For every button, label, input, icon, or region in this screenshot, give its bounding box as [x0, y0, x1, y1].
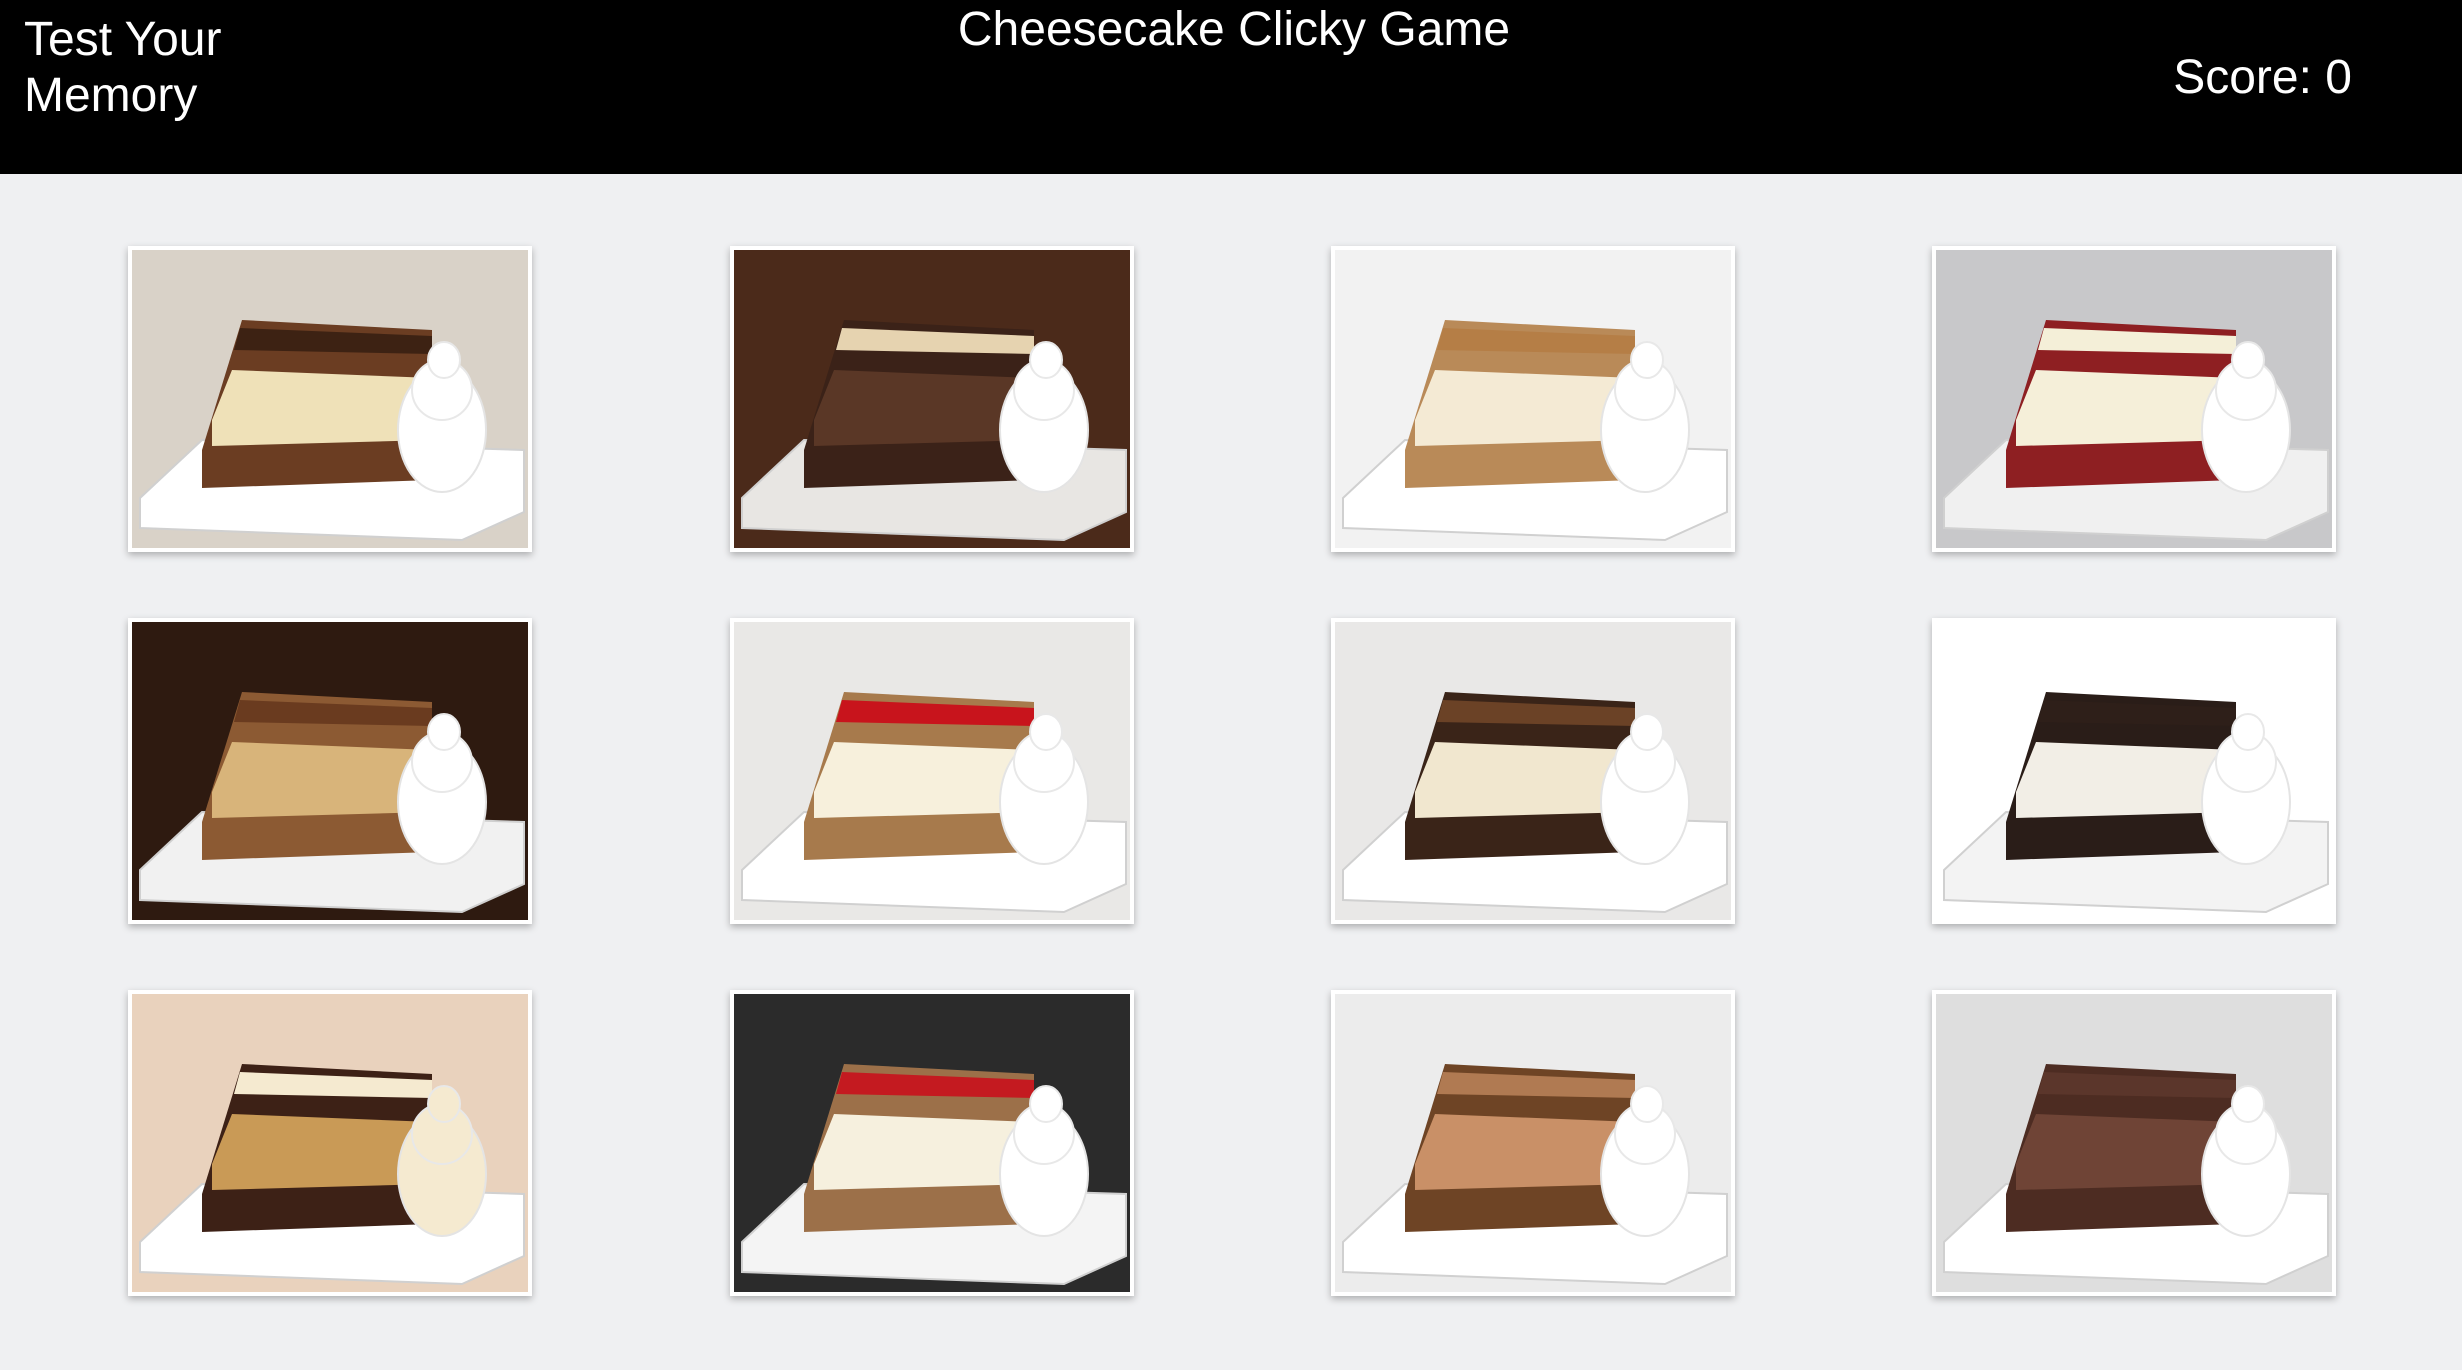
score-value: 0: [2325, 51, 2352, 104]
score-label: Score:: [2173, 51, 2312, 104]
cheesecake-image: [132, 622, 528, 920]
cheesecake-image: [734, 994, 1130, 1292]
cheesecake-image: [1936, 994, 2332, 1292]
game-title: Cheesecake Clicky Game: [0, 0, 2462, 58]
cheesecake-image: [1335, 994, 1731, 1292]
score-display: Score: 0: [2173, 50, 2352, 106]
cheesecake-image: [1335, 622, 1731, 920]
cheesecake-image: [734, 250, 1130, 548]
cheesecake-image: [1936, 250, 2332, 548]
cheesecake-image: [132, 994, 528, 1292]
cheesecake-card-hersheys-chocolate-bar-cheesecake[interactable]: [128, 246, 532, 552]
cheesecake-image: [1335, 250, 1731, 548]
cheesecake-card-chocolate-chip-cookie-dough-cheesecake[interactable]: [1331, 618, 1735, 924]
cheesecake-card-reeses-peanut-butter-chocolate-cake-cheesecake[interactable]: [128, 990, 532, 1296]
cheesecake-image: [734, 622, 1130, 920]
cheesecake-card-fresh-strawberry-cheesecake[interactable]: [730, 618, 1134, 924]
cheesecake-card-chocolate-mousse-cheesecake[interactable]: [1932, 990, 2336, 1296]
cheesecake-card-grid: [0, 174, 2462, 1370]
cheesecake-card-dulce-de-leche-cheesecake[interactable]: [1331, 246, 1735, 552]
cheesecake-card-pumpkin-pecan-cheesecake[interactable]: [1331, 990, 1735, 1296]
navbar: Test Your Memory Cheesecake Clicky Game …: [0, 0, 2462, 174]
cheesecake-card-red-velvet-cheesecake[interactable]: [1932, 246, 2336, 552]
game-title-text: Cheesecake Clicky Game: [957, 3, 1511, 56]
tagline-line-2: Memory: [24, 69, 198, 122]
cheesecake-image: [132, 250, 528, 548]
cheesecake-card-original-strawberry-cheesecake[interactable]: [730, 990, 1134, 1296]
cheesecake-image: [1936, 622, 2332, 920]
cheesecake-card-smores-galore-cheesecake[interactable]: [730, 246, 1134, 552]
cheesecake-card-oreo-dream-extreme-cheesecake[interactable]: [1932, 618, 2336, 924]
cheesecake-card-peanut-butter-cup-cheesecake[interactable]: [128, 618, 532, 924]
